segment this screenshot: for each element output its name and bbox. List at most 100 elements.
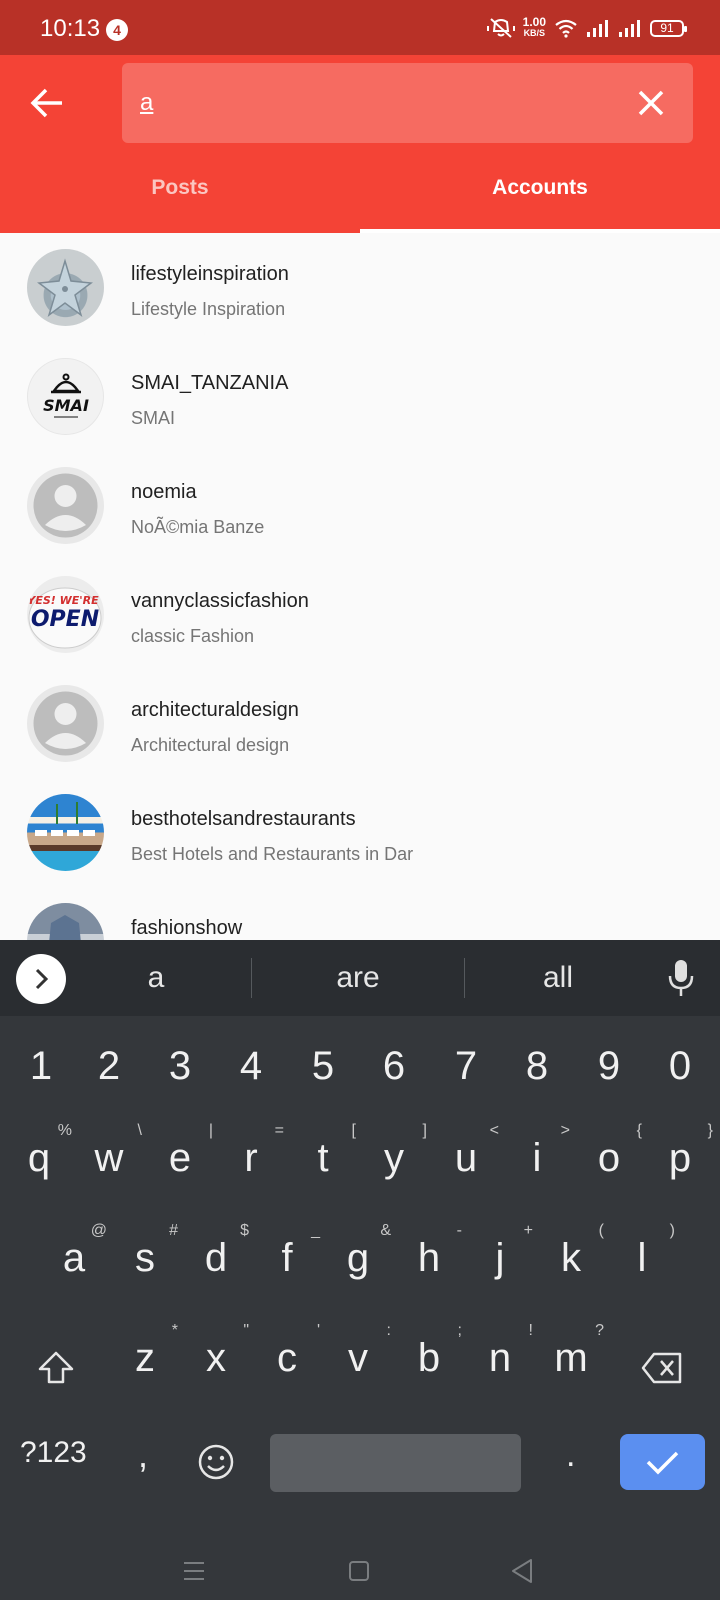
avatar[interactable] — [27, 249, 104, 326]
avatar[interactable] — [27, 467, 104, 544]
key-c[interactable]: c ' — [252, 1322, 322, 1381]
space-key[interactable] — [270, 1434, 521, 1492]
back-triangle-icon[interactable] — [510, 1558, 534, 1584]
key-r[interactable]: r = — [216, 1122, 286, 1181]
avatar[interactable] — [27, 685, 104, 762]
key-sub: } — [707, 1122, 713, 1139]
hotel-photo-icon — [35, 802, 95, 836]
shift-icon[interactable] — [36, 1348, 76, 1388]
comma-key[interactable]: , — [138, 1434, 148, 1476]
key-sub: ; — [457, 1322, 462, 1339]
home-icon[interactable] — [348, 1560, 370, 1582]
list-item[interactable]: architecturaldesign Architectural design — [0, 669, 720, 778]
battery-icon: 91 — [650, 19, 687, 37]
key-d[interactable]: d $ — [181, 1222, 251, 1281]
list-item[interactable]: besthotelsandrestaurants Best Hotels and… — [0, 778, 720, 887]
key-2[interactable]: 2 — [74, 1044, 144, 1089]
key-o[interactable]: o{ — [574, 1122, 644, 1181]
menu-icon[interactable] — [182, 1560, 206, 1582]
net-speed-value: 1.00 — [522, 15, 546, 29]
key-9[interactable]: 9 — [574, 1044, 644, 1089]
key-g[interactable]: g & — [323, 1222, 393, 1281]
suggestion-3[interactable]: all — [458, 940, 658, 1016]
key-sub: [ — [351, 1122, 356, 1139]
key-w[interactable]: w \ — [74, 1122, 144, 1181]
key-label: n — [488, 1336, 512, 1380]
account-full-name: classic Fashion — [131, 626, 255, 646]
key-p[interactable]: p} — [645, 1122, 715, 1181]
key-k[interactable]: k( — [536, 1222, 606, 1281]
key-h[interactable]: h- — [394, 1222, 464, 1281]
key-z[interactable]: z * — [110, 1322, 180, 1381]
key-6[interactable]: 6 — [359, 1044, 429, 1089]
key-label: r — [244, 1136, 258, 1180]
key-1[interactable]: 1 — [6, 1044, 76, 1089]
key-n[interactable]: n! — [465, 1322, 535, 1381]
key-i[interactable]: i > — [502, 1122, 572, 1181]
list-item[interactable]: lifestyleinspiration Lifestyle Inspirati… — [0, 233, 720, 342]
key-sub: % — [57, 1122, 72, 1139]
clear-search-icon[interactable] — [631, 83, 671, 123]
list-item[interactable]: noemia NoÃ©mia Banze — [0, 451, 720, 560]
default-user-icon — [33, 691, 98, 756]
avatar[interactable]: YES! WE'RE OPEN — [27, 576, 104, 653]
key-e[interactable]: e | — [145, 1122, 215, 1181]
avatar[interactable] — [27, 903, 104, 940]
key-7[interactable]: 7 — [431, 1044, 501, 1089]
signal-icon-sim2 — [619, 20, 640, 37]
list-item[interactable]: YES! WE'RE OPEN vannyclassicfashion clas… — [0, 560, 720, 669]
avatar[interactable]: SMAI — [27, 358, 104, 435]
suggestion-divider — [251, 958, 252, 998]
list-item[interactable]: fashionshow — [0, 887, 720, 940]
key-u[interactable]: u < — [431, 1122, 501, 1181]
list-item[interactable]: SMAI SMAI_TANZANIA SMAI — [0, 342, 720, 451]
key-l[interactable]: l) — [607, 1222, 677, 1281]
open-sign-icon: YES! WE'RE OPEN — [27, 587, 102, 649]
key-b[interactable]: b; — [394, 1322, 464, 1381]
key-8[interactable]: 8 — [502, 1044, 572, 1089]
period-key[interactable]: . — [566, 1436, 575, 1475]
key-t[interactable]: t[ — [288, 1122, 358, 1181]
key-sub: ] — [422, 1122, 427, 1139]
avatar[interactable] — [27, 794, 104, 871]
key-j[interactable]: j + — [465, 1222, 535, 1281]
backspace-icon[interactable] — [640, 1350, 684, 1386]
key-x[interactable]: x " — [181, 1322, 251, 1381]
key-label: h — [417, 1236, 441, 1280]
key-label: g — [346, 1236, 370, 1280]
key-label: s — [135, 1236, 155, 1280]
key-y[interactable]: y] — [359, 1122, 429, 1181]
symbols-key[interactable]: ?123 — [20, 1436, 87, 1470]
network-speed: 1.00 KB/S — [522, 15, 546, 39]
key-label: t — [317, 1136, 329, 1180]
key-label: o — [597, 1136, 621, 1180]
search-input[interactable] — [140, 63, 600, 143]
tab-accounts[interactable]: Accounts — [360, 153, 720, 233]
key-label: p — [668, 1136, 692, 1180]
tab-posts[interactable]: Posts — [0, 153, 360, 233]
status-icons: 1.00 KB/S 91 — [486, 14, 687, 42]
back-arrow-icon[interactable] — [24, 79, 72, 127]
key-f[interactable]: f _ — [252, 1222, 322, 1281]
account-username: noemia — [131, 481, 197, 503]
key-s[interactable]: s # — [110, 1222, 180, 1281]
key-m[interactable]: m? — [536, 1322, 606, 1381]
status-time: 10:13 — [40, 15, 101, 42]
key-v[interactable]: v: — [323, 1322, 393, 1381]
key-0[interactable]: 0 — [645, 1044, 715, 1089]
emoji-icon[interactable] — [196, 1442, 236, 1482]
key-4[interactable]: 4 — [216, 1044, 286, 1089]
vibrate-off-icon — [486, 18, 515, 38]
microphone-icon[interactable] — [666, 958, 696, 998]
account-results-list[interactable]: lifestyleinspiration Lifestyle Inspirati… — [0, 233, 720, 940]
enter-key[interactable] — [620, 1434, 705, 1490]
key-sub: { — [636, 1122, 642, 1139]
key-5[interactable]: 5 — [288, 1044, 358, 1089]
key-q[interactable]: q% — [4, 1122, 74, 1181]
suggestion-2[interactable]: are — [258, 940, 458, 1016]
key-label: x — [206, 1336, 226, 1380]
account-username: vannyclassicfashion — [131, 590, 309, 612]
key-a[interactable]: a @ — [39, 1222, 109, 1281]
suggestion-1[interactable]: a — [56, 940, 256, 1016]
key-3[interactable]: 3 — [145, 1044, 215, 1089]
